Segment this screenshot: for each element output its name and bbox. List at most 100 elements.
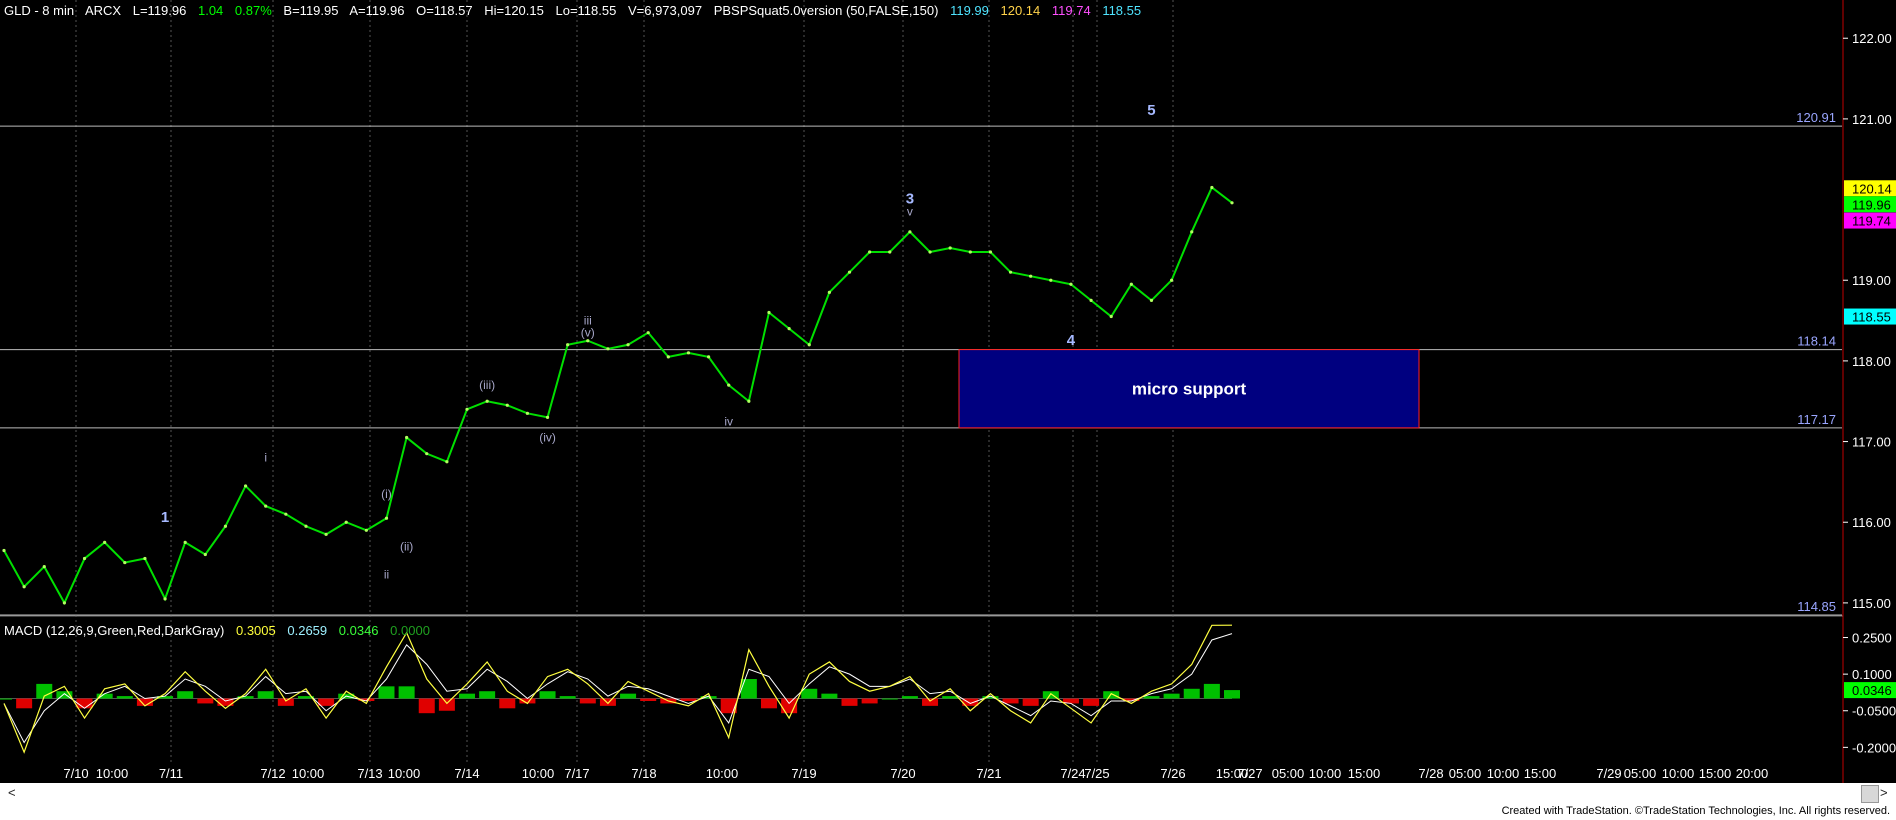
macd-histogram-bar — [1143, 696, 1160, 699]
price-point — [42, 565, 46, 569]
price-point — [606, 347, 610, 351]
price-point — [304, 524, 308, 528]
x-tick-label: 7/24 — [1060, 766, 1085, 781]
price-point — [807, 343, 811, 347]
price-point — [123, 560, 127, 565]
x-tick-label: 7/13 — [357, 766, 382, 781]
x-tick-label: 05:00 — [1449, 766, 1482, 781]
price-point — [2, 548, 6, 553]
price-point — [1109, 314, 1113, 319]
footer: Created with TradeStation. ©TradeStation… — [0, 804, 1896, 820]
macd-histogram-bar — [901, 696, 918, 699]
study-value-3: 119.74 — [1051, 3, 1091, 18]
macd-histogram-bar — [841, 698, 858, 706]
price-point — [203, 552, 207, 557]
macd-histogram-bar — [599, 698, 616, 706]
scroll-thumb[interactable] — [1861, 785, 1879, 803]
price-point — [223, 524, 228, 528]
price-point — [1008, 270, 1013, 274]
wave-label: 1 — [161, 509, 169, 526]
macd-histogram-bar — [942, 696, 959, 699]
study-value-1: 119.99 — [950, 3, 989, 18]
horizontal-scrollbar[interactable]: < > — [0, 783, 1896, 804]
macd-histogram-bar — [438, 698, 455, 711]
price-point — [787, 327, 791, 331]
low-price: Lo=118.55 — [555, 3, 617, 18]
macd-histogram-bar — [620, 693, 637, 699]
x-tick-label: 7/26 — [1160, 766, 1185, 781]
x-tick-label: 7/28 — [1418, 766, 1443, 781]
copyright-text: Created with TradeStation. ©TradeStation… — [1501, 805, 1890, 817]
price-point — [566, 343, 570, 347]
price-point — [405, 435, 409, 440]
x-tick-label: 7/19 — [791, 766, 816, 781]
price-point — [908, 230, 912, 234]
pct-change: 0.87% — [234, 3, 272, 18]
price-point — [485, 399, 489, 403]
price-point — [22, 585, 26, 589]
macd-histogram-bar — [197, 698, 214, 704]
study-name: PBSPSquat5.0version (50,FALSE,150) — [713, 3, 939, 18]
macd-value-4: 0.0000 — [390, 623, 430, 638]
price-tag-label: 118.55 — [1852, 310, 1891, 325]
wave-label: (i) — [381, 487, 392, 501]
price-point — [143, 556, 147, 561]
price-point — [706, 355, 711, 359]
macd-histogram-bar — [277, 698, 294, 706]
macd-histogram-bar — [0, 698, 12, 700]
price-point — [1029, 274, 1033, 278]
price-point — [82, 556, 87, 561]
x-tick-label: 10:00 — [706, 766, 739, 781]
macd-histogram-bar — [459, 693, 476, 699]
macd-histogram-bar — [680, 698, 697, 701]
price-point — [1149, 298, 1154, 302]
price-tag-label: 119.74 — [1852, 214, 1891, 229]
x-tick-label: 10:00 — [1662, 766, 1695, 781]
price-point — [747, 399, 751, 403]
wave-label: iv — [724, 414, 733, 428]
macd-histogram-bar — [740, 679, 757, 699]
macd-histogram-bar — [1022, 698, 1039, 706]
y-tick-label: 115.00 — [1852, 596, 1891, 611]
macd-histogram-bar — [1183, 688, 1200, 699]
macd-label: MACD (12,26,9,Green,Red,DarkGray) — [4, 623, 225, 638]
macd-value-3: 0.0346 — [338, 623, 379, 638]
x-tick-label: 05:00 — [1272, 766, 1305, 781]
x-tick-label: 7/18 — [631, 766, 656, 781]
price-point — [1089, 298, 1093, 302]
x-tick-label: 7/10 — [63, 766, 88, 781]
wave-label: 4 — [1067, 332, 1076, 349]
macd-value-1: 0.3005 — [235, 623, 276, 638]
price-point — [626, 343, 630, 347]
scroll-left-arrow-icon[interactable]: < — [8, 785, 16, 800]
price-point — [968, 250, 972, 254]
scroll-right-arrow-icon[interactable]: > — [1880, 785, 1888, 800]
y-tick-label: 117.00 — [1852, 435, 1891, 450]
x-tick-label: 7/17 — [564, 766, 589, 781]
macd-histogram-bar — [398, 686, 415, 699]
x-tick-label: 7/29 — [1596, 766, 1621, 781]
study-value-2: 120.14 — [1000, 3, 1041, 18]
macd-histogram-bar — [76, 698, 93, 709]
price-point — [1190, 230, 1194, 234]
price-point — [384, 516, 389, 520]
chart-header: GLD - 8 min ARCX L=119.96 1.04 0.87% B=1… — [4, 3, 1149, 18]
price-point — [364, 528, 368, 532]
macd-histogram-bar — [1203, 683, 1220, 699]
macd-histogram-bar — [539, 691, 556, 699]
level-label: 114.85 — [1797, 599, 1836, 614]
price-chart: 7/10 10:00 7/11 7/12 10:00 7/13 10:00 7/14 10:00… — [0, 0, 1896, 783]
x-tick-label: 7/20 — [890, 766, 915, 781]
macd-histogram-bar — [861, 698, 878, 704]
macd-histogram-bar — [418, 698, 435, 714]
price-point — [767, 310, 771, 315]
macd-histogram-bar — [257, 691, 274, 699]
price-point — [1210, 185, 1214, 190]
x-tick-label: 10:00 — [292, 766, 325, 781]
net-change: 1.04 — [197, 3, 224, 18]
macd-header: MACD (12,26,9,Green,Red,DarkGray) 0.3005… — [4, 623, 438, 638]
y-tick-label: 121.00 — [1852, 112, 1892, 127]
macd-histogram-bar — [760, 698, 777, 709]
x-tick-label: 10:00 — [96, 766, 129, 781]
macd-histogram-bar — [559, 696, 576, 699]
